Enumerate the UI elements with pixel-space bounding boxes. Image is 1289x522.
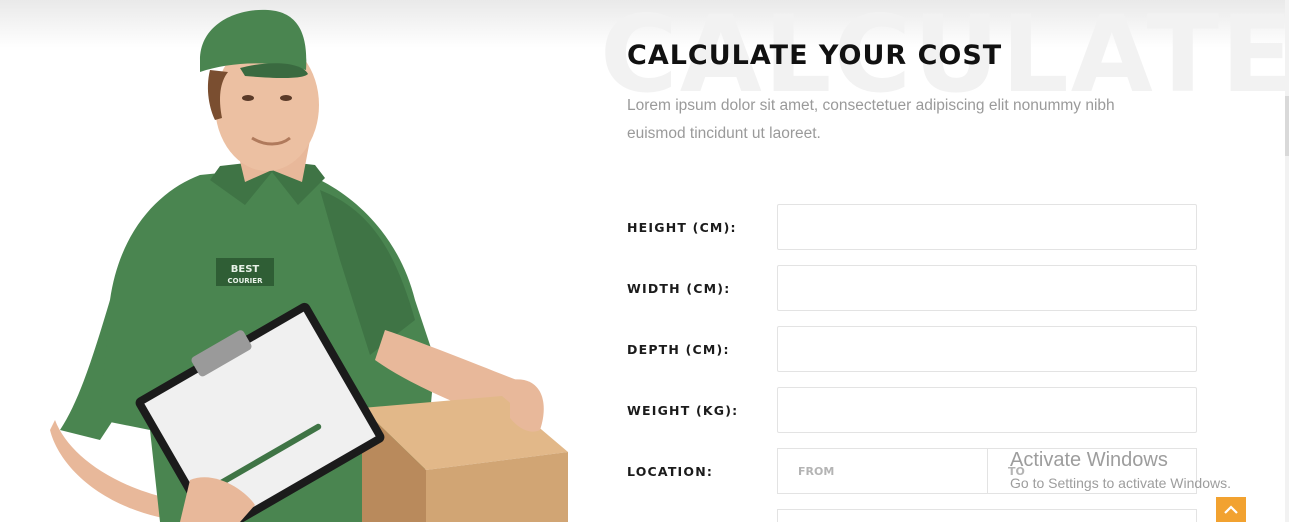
height-field[interactable] bbox=[777, 204, 1197, 250]
depth-label: DEPTH (CM): bbox=[627, 342, 730, 357]
weight-field[interactable] bbox=[777, 387, 1197, 433]
courier-illustration: BEST COURIER bbox=[50, 9, 568, 522]
activation-subtitle: Go to Settings to activate Windows. bbox=[1010, 475, 1231, 491]
chevron-up-icon bbox=[1224, 505, 1238, 514]
width-field[interactable] bbox=[777, 265, 1197, 311]
section-description: Lorem ipsum dolor sit amet, consectetuer… bbox=[627, 97, 1115, 142]
weight-label: WEIGHT (KG): bbox=[627, 403, 739, 418]
next-form-field[interactable] bbox=[777, 509, 1197, 522]
shirt-logo-top: BEST bbox=[231, 264, 260, 275]
scroll-to-top-button[interactable] bbox=[1216, 497, 1246, 522]
height-label: HEIGHT (CM): bbox=[627, 220, 737, 235]
location-from-field[interactable] bbox=[777, 448, 988, 494]
shirt-logo-bottom: COURIER bbox=[228, 277, 264, 285]
width-label: WIDTH (CM): bbox=[627, 281, 731, 296]
location-label: LOCATION: bbox=[627, 464, 714, 479]
activation-title: Activate Windows bbox=[1010, 449, 1168, 471]
page-title: CALCULATE YOUR COST bbox=[627, 40, 1003, 71]
depth-field[interactable] bbox=[777, 326, 1197, 372]
